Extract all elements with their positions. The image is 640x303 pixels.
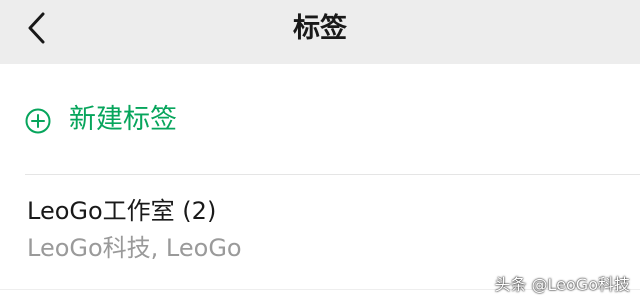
tag-list-item[interactable]: LeoGo工作室 (2) LeoGo科技, LeoGo [0, 175, 640, 285]
tag-name: LeoGo工作室 (2) [27, 197, 217, 225]
new-tag-label: 新建标签 [69, 104, 177, 135]
page-title: 标签 [293, 13, 347, 44]
plus-circle-icon [25, 108, 51, 134]
tags-page: 标签 新建标签 LeoGo工作室 (2) LeoGo科技, LeoGo 头条 @… [0, 0, 640, 303]
watermark: 头条 @LeoGo科技 [494, 275, 630, 294]
tag-members: LeoGo科技, LeoGo [27, 234, 242, 262]
navigation-bar: 标签 [0, 0, 640, 64]
new-tag-button[interactable]: 新建标签 [0, 64, 640, 174]
